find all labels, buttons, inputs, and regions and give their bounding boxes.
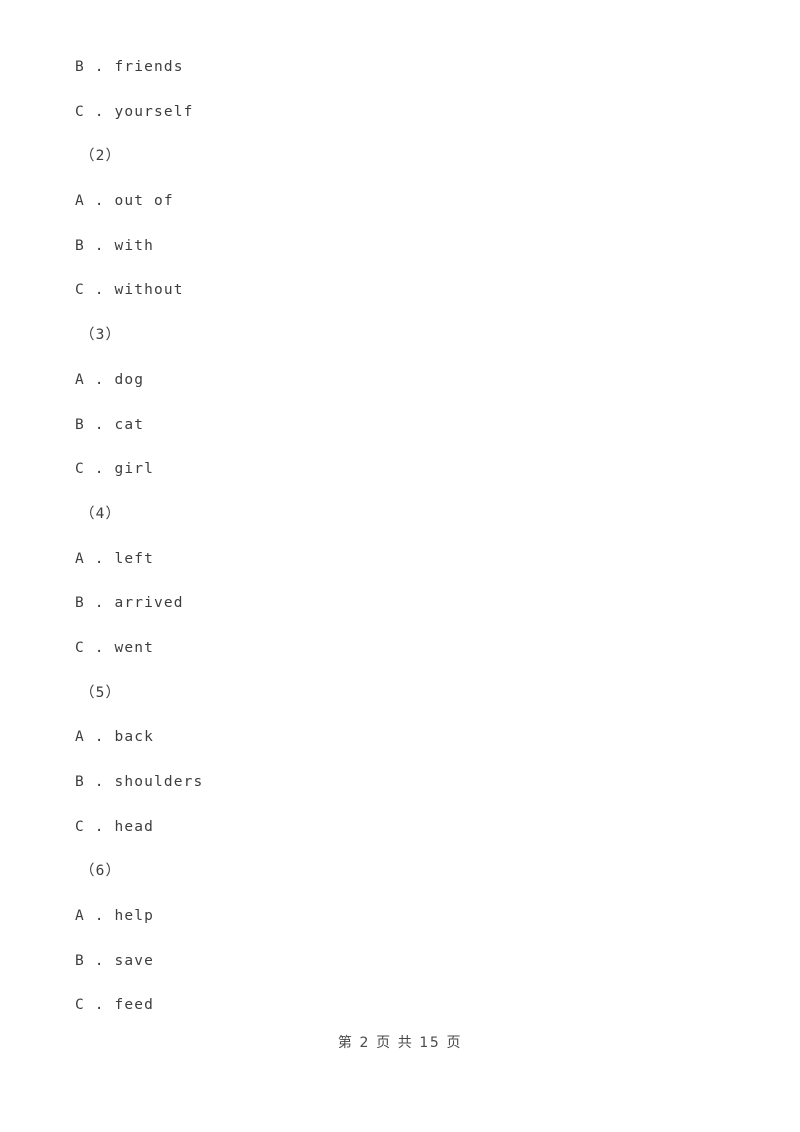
answer-option: C . yourself (75, 103, 194, 120)
page-footer: 第 2 页 共 15 页 (337, 1035, 463, 1051)
question-number: （6） (80, 863, 122, 880)
answer-option: C . without (75, 282, 184, 299)
answer-options-list: B . friends C . yourself （2） A . out of B . … (0, 45, 800, 1028)
question-number: （4） (80, 505, 122, 522)
answer-option: C . feed (75, 997, 155, 1014)
answer-option: C . girl (75, 461, 155, 478)
answer-option: A . out of (75, 193, 174, 210)
answer-option: B . shoulders (75, 774, 204, 790)
answer-option: A . back (75, 729, 155, 746)
document-page: B . friends C . yourself （2） A . out of B . … (0, 0, 800, 1132)
answer-option: C . head (75, 818, 155, 835)
answer-option: A . dog (75, 371, 145, 388)
answer-option: B . save (75, 952, 155, 969)
answer-option: B . cat (75, 416, 145, 433)
answer-option: A . help (75, 908, 155, 925)
answer-option: B . arrived (75, 595, 184, 612)
answer-option: A . left (75, 550, 155, 567)
answer-option: B . friends (75, 59, 184, 75)
answer-option: B . with (75, 237, 155, 254)
question-number: （2） (80, 148, 122, 165)
answer-option: C . went (75, 639, 155, 656)
question-number: （5） (80, 684, 122, 701)
question-number: （3） (80, 327, 122, 344)
